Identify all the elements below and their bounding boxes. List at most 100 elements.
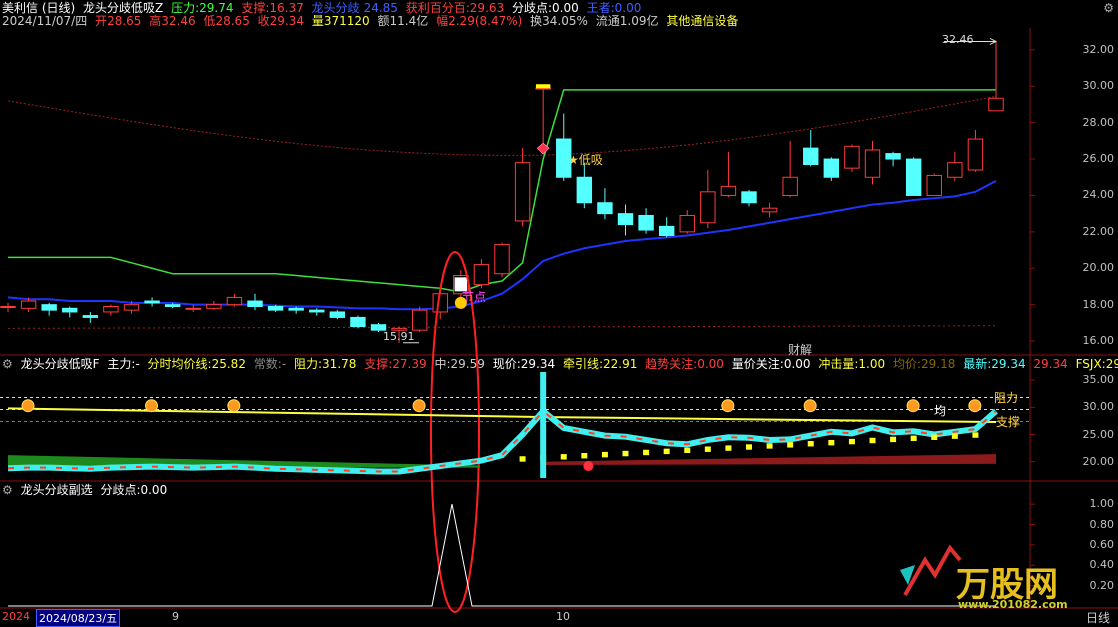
candle-body <box>226 296 243 306</box>
mid-up-arrow-icon <box>803 399 817 413</box>
watermark-url: www.201082.com <box>958 598 1068 611</box>
mid-fsjx-value: 29 <box>1105 357 1118 371</box>
mid-yellow-bar <box>807 441 814 447</box>
mid-yellow-bar <box>766 443 773 449</box>
candle-body <box>823 158 840 178</box>
mid-yellow-bar <box>746 444 752 450</box>
month-10-label: 10 <box>556 610 570 623</box>
candle-body <box>617 213 634 226</box>
mid-cyan-marker <box>540 372 547 478</box>
mid-yellow-bar <box>848 438 855 445</box>
candle-body <box>761 207 778 213</box>
buy-annotation-text: 低吸 <box>578 153 603 167</box>
mid-trend-value: 0.00 <box>697 357 724 371</box>
mid-yellow-bar <box>931 434 938 440</box>
mid-resist-value: 31.78 <box>322 357 357 371</box>
mid-indicator-name[interactable]: 龙头分歧低吸F <box>21 357 100 371</box>
mid-yellow-bar <box>643 449 650 456</box>
high-value: 32.46 <box>161 14 196 28</box>
main-tick-label: 28.00 <box>1082 115 1115 129</box>
mid-yellow-bar <box>951 433 958 439</box>
mid-impact-label: 冲击量: <box>818 357 859 371</box>
candle-body <box>864 149 881 178</box>
low-marker-label: 15.91 <box>383 330 415 343</box>
mid-yellow-bar <box>972 432 979 438</box>
candle-body <box>494 244 510 275</box>
mid-yellow-bar <box>828 439 835 446</box>
cursor-date-box: 2024/08/23/五 <box>36 609 121 627</box>
mid-avgp-value: 29.18 <box>921 357 956 371</box>
mid-yellow-bar <box>684 447 691 453</box>
low-label: 低 <box>203 14 216 28</box>
mid-yellow-bar <box>560 454 567 460</box>
open-label: 开 <box>95 14 108 28</box>
sector-label[interactable]: 其他通信设备 <box>666 14 738 28</box>
mid-up-arrow-icon <box>145 399 158 413</box>
mid-latest-value: 29.34 <box>991 357 1026 371</box>
mid-yellow-bar <box>601 451 608 458</box>
candle-body <box>267 305 284 311</box>
mid-header: ⚙ 龙头分歧低吸F 主力:- 分时均价线:25.82 常数:- 阻力:31.78… <box>2 356 1118 372</box>
chart-canvas <box>0 28 1118 613</box>
high-label: 高 <box>149 14 162 28</box>
candle-body <box>82 315 99 318</box>
main-tick-label: 24.00 <box>1082 188 1115 202</box>
mid-avg-label: 分时均价线: <box>147 357 212 371</box>
candle-body <box>473 264 490 286</box>
mid-vp-label: 量价关注: <box>731 357 784 371</box>
main-tick-label: 18.00 <box>1082 297 1115 311</box>
mid-tick-label: 30.00 <box>1082 400 1115 414</box>
mid-tick-label: 25.00 <box>1082 427 1115 441</box>
candle-body <box>123 304 140 311</box>
candle-body <box>844 145 860 169</box>
candle-body <box>803 147 819 166</box>
mid-now-label: 现价: <box>492 357 521 371</box>
low-value: 28.65 <box>215 14 250 28</box>
mid-up-arrow-icon <box>227 399 241 413</box>
mid-mid-value: 29.59 <box>450 357 485 371</box>
amount-value: 11.4亿 <box>389 14 429 28</box>
amount-label: 额 <box>377 14 390 28</box>
turnover-value: 34.05% <box>542 14 588 28</box>
mid-yellow-bar <box>910 435 917 442</box>
quote-line: 2024/11/07/四 开28.65 高32.46 低28.65 收29.34… <box>2 13 742 29</box>
support-dotted-line <box>7 325 997 329</box>
candle-body <box>905 158 922 196</box>
mid-avg-value: 25.82 <box>211 357 246 371</box>
sub-settings-icon[interactable]: ⚙ <box>2 483 13 497</box>
mid-up-arrow-icon <box>721 399 735 413</box>
main-tick-label: 30.00 <box>1082 79 1115 93</box>
mid-yellow-bar <box>581 452 588 459</box>
mid-fsjx-label: FSJX: <box>1075 357 1106 371</box>
mid-latest2-value: 29.34 <box>1033 357 1068 371</box>
mid-traction-label: 牵引线: <box>562 357 603 371</box>
mid-yellow-bar <box>787 442 794 448</box>
main-tick-label: 32.00 <box>1082 42 1115 56</box>
mid-up-arrow-icon <box>21 399 35 413</box>
candle-body <box>576 176 593 204</box>
period-button[interactable]: 日线 <box>1086 609 1110 626</box>
main-tick-label: 20.00 <box>1082 261 1115 275</box>
mid-support-annotation: 支撑 <box>996 415 1021 429</box>
mid-up-arrow-icon <box>968 399 982 413</box>
candle-body <box>658 225 675 237</box>
candle-body <box>741 191 757 204</box>
mid-latest-label: 最新: <box>963 357 992 371</box>
float-value: 1.09亿 <box>619 14 659 28</box>
mid-support-label: 支撑: <box>364 357 393 371</box>
mid-yellow-line <box>7 407 997 424</box>
limit-up-marker <box>535 84 551 89</box>
candle-body <box>967 138 984 171</box>
candle-body <box>0 305 16 308</box>
mid-trend-label: 趋势关注: <box>645 357 698 371</box>
quote-date: 2024/11/07/四 <box>2 14 88 28</box>
mid-settings-icon[interactable]: ⚙ <box>2 357 13 371</box>
mid-resist-annotation: 阻力 <box>994 391 1019 405</box>
mid-yellow-bar <box>869 437 876 444</box>
sub-indicator-name[interactable]: 龙头分歧副选 <box>21 483 93 497</box>
candle-body <box>41 304 57 311</box>
settings-icon[interactable]: ⚙ <box>1103 1 1114 15</box>
candle-body <box>947 162 963 178</box>
open-value: 28.65 <box>107 14 142 28</box>
candle-body <box>926 174 942 196</box>
